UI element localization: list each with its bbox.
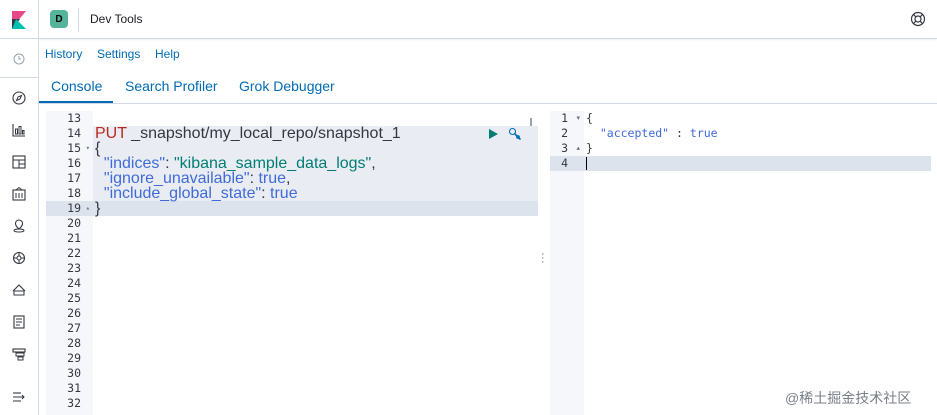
tab-grok-debugger[interactable]: Grok Debugger — [239, 78, 335, 94]
line-number: 24 — [67, 276, 81, 290]
help-link[interactable]: Help — [155, 47, 180, 61]
line-number: 27 — [67, 321, 81, 335]
line-number: 20 — [67, 216, 81, 230]
active-line-highlight — [93, 201, 538, 216]
line-number: 3 — [561, 141, 568, 155]
line-number: 13 — [67, 111, 81, 125]
json-open-brace: { — [95, 140, 101, 157]
history-link[interactable]: History — [45, 47, 82, 61]
infrastructure-icon[interactable] — [11, 282, 27, 298]
json-close-brace: } — [95, 200, 101, 217]
kibana-logo-icon — [12, 10, 26, 29]
fold-toggle-icon[interactable]: ▴ — [86, 201, 90, 216]
line-number: 29 — [67, 351, 81, 365]
line-number: 30 — [67, 366, 81, 380]
json-key: "include_global_state" — [103, 185, 262, 202]
line-number: 31 — [67, 381, 81, 395]
line-number: 19 — [67, 201, 81, 215]
top-header: D Dev Tools — [0, 0, 937, 39]
line-number: 23 — [67, 261, 81, 275]
line-number: 14 — [67, 126, 81, 140]
collapse-nav-icon[interactable] — [11, 389, 27, 405]
line-number: 4 — [561, 156, 568, 170]
line-number: 21 — [67, 231, 81, 245]
fold-toggle-icon[interactable]: ▴ — [576, 141, 580, 156]
json-line: "ignore_unavailable": true, — [103, 170, 291, 187]
text-caret — [586, 157, 587, 170]
help-menu-icon[interactable] — [910, 11, 926, 27]
response-line: "accepted" : true — [599, 126, 718, 140]
line-number: 32 — [67, 396, 81, 410]
line-number: 25 — [67, 291, 81, 305]
line-number: 2 — [561, 126, 568, 140]
settings-link[interactable]: Settings — [97, 47, 140, 61]
line-number: 28 — [67, 336, 81, 350]
active-tab-indicator — [39, 101, 113, 103]
fold-toggle-icon[interactable]: ▾ — [576, 111, 580, 126]
line-number: 26 — [67, 306, 81, 320]
request-path: _snapshot/my_local_repo/snapshot_1 — [131, 125, 401, 142]
json-bool-value: true — [270, 185, 298, 202]
line-number: 18 — [67, 186, 81, 200]
line-number: 16 — [67, 156, 81, 170]
line-number: 22 — [67, 246, 81, 260]
wrench-actions-icon[interactable] — [508, 127, 522, 141]
machine-learning-icon[interactable] — [11, 250, 27, 266]
discover-icon[interactable] — [11, 90, 27, 106]
response-active-line — [584, 156, 931, 171]
json-line: "include_global_state": true — [103, 185, 298, 202]
json-bool-value: true — [689, 126, 718, 140]
send-request-icon[interactable] — [487, 127, 499, 139]
tab-search-profiler[interactable]: Search Profiler — [125, 78, 218, 94]
response-close-brace: } — [586, 141, 593, 155]
editor-scroll-marker — [530, 118, 532, 126]
line-number: 15 — [67, 141, 81, 155]
response-gutter: 1 ▾ 2 3 ▴ 4 — [550, 111, 584, 415]
kibana-logo[interactable] — [0, 0, 39, 39]
apm-icon[interactable] — [11, 346, 27, 362]
header-divider — [78, 8, 79, 32]
space-avatar[interactable]: D — [50, 10, 68, 28]
tab-console[interactable]: Console — [51, 78, 102, 94]
nav-divider — [0, 77, 39, 78]
fold-toggle-icon[interactable]: ▾ — [86, 141, 90, 156]
visualize-icon[interactable] — [11, 122, 27, 138]
line-number: 17 — [67, 171, 81, 185]
request-gutter: 13 14 15 ▾ 16 17 18 19 ▴ 20 21 22 23 24 … — [46, 111, 93, 415]
json-line: "indices": "kibana_sample_data_logs", — [103, 155, 376, 172]
json-key: "accepted" — [599, 126, 670, 140]
canvas-icon[interactable] — [11, 186, 27, 202]
side-nav — [0, 39, 39, 415]
watermark-text: @稀土掘金技术社区 — [785, 390, 912, 406]
logs-icon[interactable] — [11, 314, 27, 330]
breadcrumb-dev-tools[interactable]: Dev Tools — [90, 12, 142, 26]
response-open-brace: { — [586, 111, 593, 125]
dev-tools-tabs: Console Search Profiler Grok Debugger — [39, 70, 937, 104]
request-line: PUT _snapshot/my_local_repo/snapshot_1 — [95, 125, 401, 142]
line-number: 1 — [561, 111, 568, 125]
maps-icon[interactable] — [11, 218, 27, 234]
resize-handle-icon[interactable]: · · · — [541, 249, 545, 268]
recently-viewed-icon[interactable] — [11, 51, 27, 67]
dashboard-icon[interactable] — [11, 154, 27, 170]
